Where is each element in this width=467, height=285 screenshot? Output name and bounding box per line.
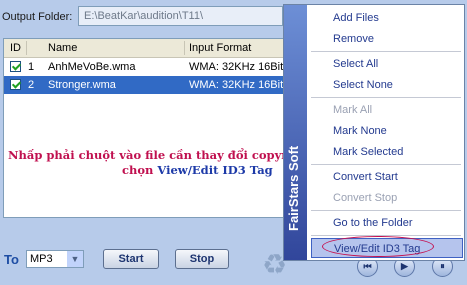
menu-divider: [311, 210, 461, 211]
menu-divider: [311, 164, 461, 165]
instruction-line-1: Nhấp phải chuột vào file cần thay đổi co…: [8, 148, 314, 162]
menu-item-label: Remove: [333, 33, 374, 45]
row-format: WMA: 32KHz 16Bit: [189, 61, 284, 73]
menu-divider: [311, 97, 461, 98]
menu-item-label: Mark None: [333, 125, 387, 137]
menu-item-label: Mark Selected: [333, 146, 404, 158]
menu-item-mark-selected[interactable]: Mark Selected: [311, 142, 463, 162]
to-label: To: [4, 252, 19, 267]
header-separator: [26, 41, 27, 55]
menu-item-label: Convert Start: [333, 171, 398, 183]
menu-item-mark-none[interactable]: Mark None: [311, 121, 463, 141]
instruction-line-2: chọn View/Edit ID3 Tag: [122, 163, 273, 177]
col-id-header[interactable]: ID: [10, 42, 21, 54]
menu-item-go-to-folder[interactable]: Go to the Folder: [311, 213, 463, 233]
menu-item-remove[interactable]: Remove: [311, 29, 463, 49]
context-menu: FairStars Soft Add Files Remove Select A…: [283, 4, 465, 261]
menu-item-convert-stop: Convert Stop: [311, 188, 463, 208]
start-button[interactable]: Start: [103, 249, 159, 269]
output-format-value: MP3: [30, 253, 53, 265]
col-format-header[interactable]: Input Format: [189, 42, 251, 54]
output-folder-label: Output Folder:: [2, 11, 73, 23]
row-name: Stronger.wma: [48, 79, 116, 91]
table-row-selected[interactable]: 2 Stronger.wma WMA: 32KHz 16Bit: [4, 76, 284, 94]
row-id: 1: [28, 61, 35, 73]
menu-item-label: Add Files: [333, 12, 379, 24]
menu-divider: [311, 51, 461, 52]
table-row[interactable]: 1 AnhMeVoBe.wma WMA: 32KHz 16Bit: [4, 58, 284, 76]
menu-item-select-none[interactable]: Select None: [311, 75, 463, 95]
output-format-select[interactable]: MP3 ▼: [26, 250, 84, 268]
col-name-header[interactable]: Name: [48, 42, 77, 54]
row-checkbox[interactable]: [10, 61, 21, 72]
menu-item-convert-start[interactable]: Convert Start: [311, 167, 463, 187]
file-list[interactable]: ID Name Input Format 1 AnhMeVoBe.wma WMA…: [3, 38, 284, 218]
row-name: AnhMeVoBe.wma: [48, 61, 136, 73]
stop-button[interactable]: Stop: [175, 249, 229, 269]
chevron-down-icon[interactable]: ▼: [67, 251, 83, 267]
menu-item-select-all[interactable]: Select All: [311, 54, 463, 74]
row-format: WMA: 32KHz 16Bit: [189, 79, 284, 91]
output-folder-field[interactable]: E:\BeatKar\audition\T11\: [78, 6, 283, 26]
menu-item-add-files[interactable]: Add Files: [311, 8, 463, 28]
row-checkbox[interactable]: [10, 79, 21, 90]
menu-item-label: Mark All: [333, 104, 373, 116]
menu-item-label: Convert Stop: [333, 192, 398, 204]
header-separator: [184, 41, 185, 55]
row-id: 2: [28, 79, 35, 91]
menu-item-label: Select All: [333, 58, 379, 70]
menu-side-banner: FairStars Soft: [284, 5, 307, 260]
menu-item-label: Go to the Folder: [333, 217, 413, 229]
menu-item-mark-all: Mark All: [311, 100, 463, 120]
list-header: ID Name Input Format: [4, 39, 283, 58]
brand-label: FairStars Soft: [286, 145, 301, 231]
instruction-prefix: chọn: [122, 163, 158, 177]
menu-item-label: Select None: [333, 79, 393, 91]
highlight-oval: [322, 236, 434, 257]
instruction-link-text: View/Edit ID3 Tag: [157, 163, 273, 177]
